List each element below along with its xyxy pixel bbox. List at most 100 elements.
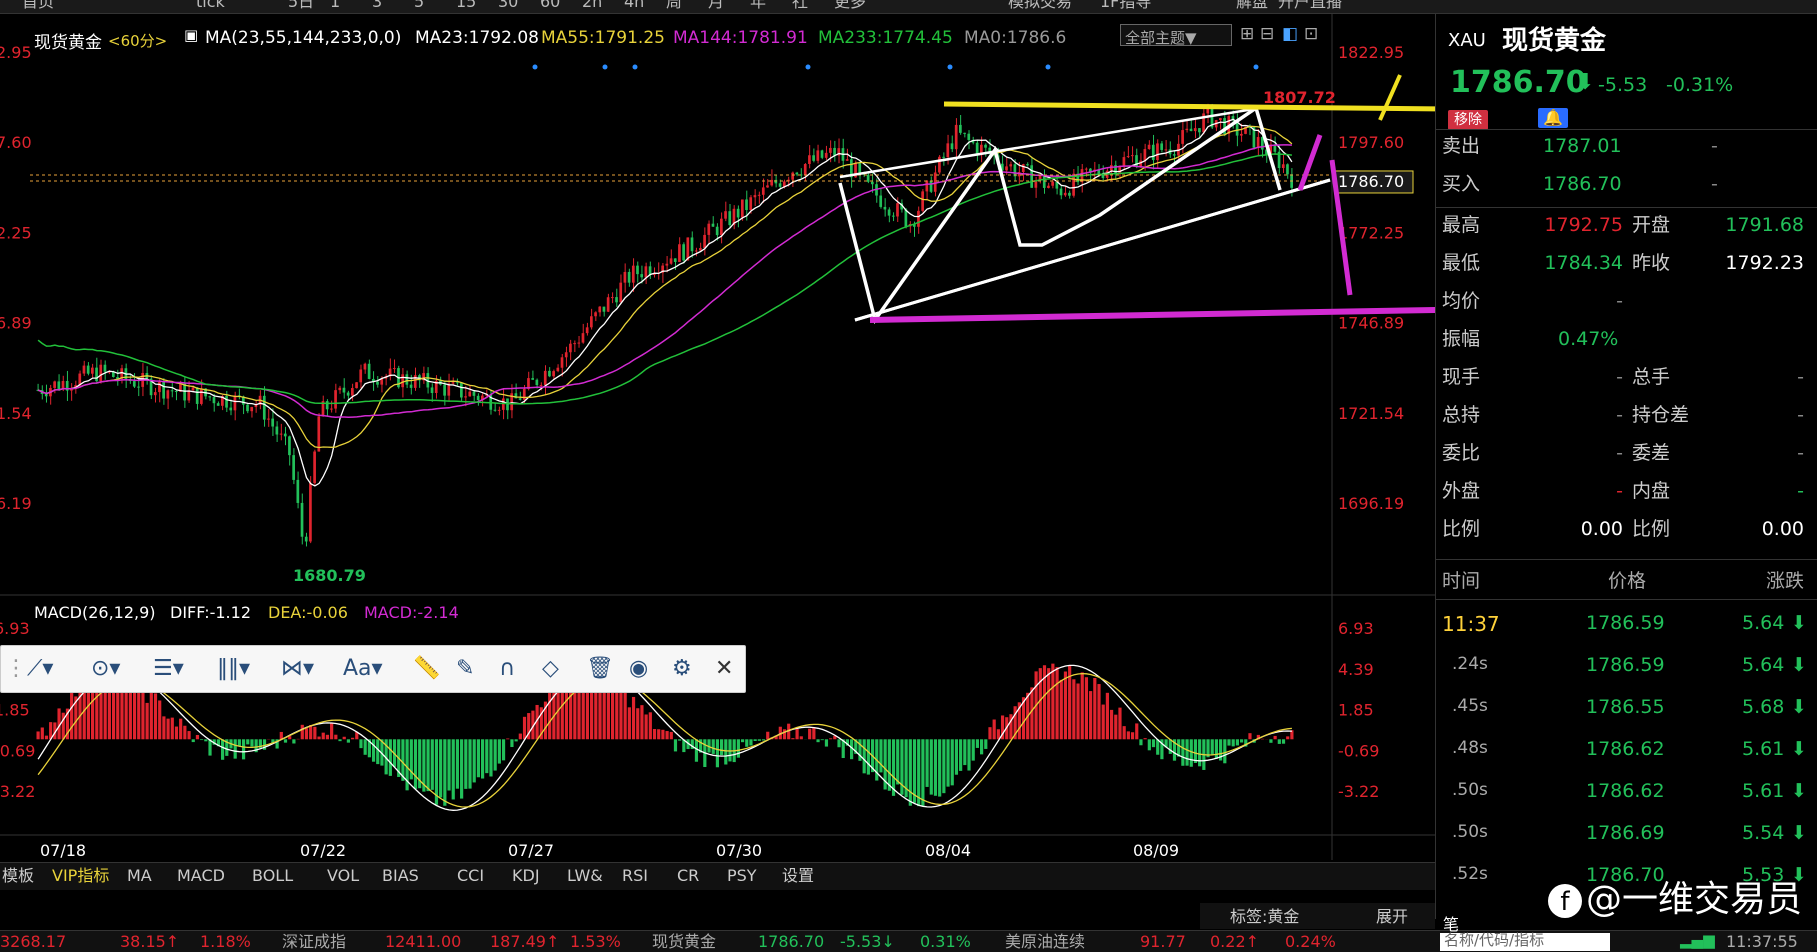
- tick-time: .50s: [1452, 822, 1488, 842]
- candle-body: [539, 385, 543, 387]
- signal-dot: [532, 64, 538, 70]
- tick-chg: 5.64: [1742, 654, 1785, 676]
- candle-body: [99, 364, 103, 382]
- chart-canvas[interactable]: 1822.951797.601786.701772.251746.891721.…: [0, 0, 1435, 930]
- candle-body: [1021, 164, 1025, 173]
- quote-row-value2: -: [1797, 366, 1804, 388]
- candle-body: [313, 451, 316, 484]
- text-tool-icon[interactable]: Aa▾: [343, 656, 383, 681]
- indicator-tab-8[interactable]: KDJ: [512, 868, 540, 884]
- ma23-value: MA23:1792.08: [415, 28, 539, 48]
- status-item: -5.53↓: [840, 932, 895, 951]
- panel-icon[interactable]: ◧: [1282, 26, 1298, 43]
- circle-tool-icon[interactable]: ⊙▾: [91, 656, 120, 681]
- candle-body: [870, 181, 874, 185]
- candle-body: [740, 199, 744, 218]
- date-label: 07/30: [716, 841, 762, 860]
- candle-body: [829, 147, 832, 153]
- trash-icon[interactable]: 🗑: [586, 656, 614, 681]
- indicator-tab-0[interactable]: 模板: [2, 868, 34, 884]
- indicator-tab-4[interactable]: BOLL: [252, 868, 293, 884]
- status-item: 深证成指: [282, 932, 347, 951]
- candle-body: [283, 433, 287, 437]
- candle-body: [774, 179, 778, 184]
- indicator-tab-13[interactable]: 设置: [782, 868, 814, 884]
- quote-row-value: 1786.70: [1543, 173, 1622, 195]
- line-tool-icon[interactable]: ⟋▾: [27, 656, 53, 681]
- candle-body: [606, 297, 610, 312]
- quote-pct: -0.31%: [1666, 74, 1734, 96]
- candle-body: [602, 306, 606, 312]
- tag-label[interactable]: 标签:黄金: [1230, 909, 1299, 925]
- gear-icon[interactable]: ⚙: [672, 656, 692, 681]
- close-icon[interactable]: ✕: [715, 656, 733, 681]
- candle-body: [950, 143, 954, 150]
- tick-time: 11:37: [1442, 612, 1500, 636]
- candle-body: [216, 403, 220, 406]
- pattern-tool-icon[interactable]: ⋈▾: [281, 656, 314, 681]
- channel-tool-icon[interactable]: ‖‖▾: [217, 656, 250, 681]
- eye-icon[interactable]: ◉: [629, 656, 648, 681]
- candle-body: [1181, 130, 1184, 144]
- macd-left-label: 6.93: [0, 619, 30, 638]
- magnet-icon[interactable]: ∩: [499, 656, 515, 681]
- expand-button[interactable]: 展开: [1376, 909, 1408, 925]
- indicator-tab-3[interactable]: MACD: [177, 868, 225, 884]
- indicator-tab-12[interactable]: PSY: [727, 868, 757, 884]
- candle-body: [757, 194, 761, 196]
- candle-body: [858, 163, 862, 173]
- quote-row-dash: -: [1711, 135, 1718, 157]
- macd-left-label: -3.22: [0, 782, 35, 801]
- candle-body: [376, 381, 379, 385]
- channel-upper-line: [839, 106, 1261, 179]
- pen-icon[interactable]: ✎: [456, 656, 474, 681]
- indicator-tab-6[interactable]: BIAS: [382, 868, 419, 884]
- indicator-tab-9[interactable]: LW&: [567, 868, 603, 884]
- candle-body: [392, 368, 396, 370]
- candle-body: [803, 163, 807, 175]
- candle-body: [749, 197, 753, 211]
- eraser-icon[interactable]: ◇: [542, 656, 559, 681]
- drag-handle-icon[interactable]: ⋮: [5, 656, 27, 681]
- fib-tool-icon[interactable]: ☰▾: [153, 656, 184, 681]
- candle-body: [1281, 164, 1285, 168]
- ma233-value: MA233:1774.45: [818, 28, 953, 48]
- indicator-tab-2[interactable]: MA: [127, 868, 152, 884]
- macd-dea: DEA:-0.06: [268, 603, 348, 622]
- candle-body: [460, 382, 463, 398]
- ma144-line: [37, 144, 1292, 419]
- tick-price: 1786.55: [1586, 696, 1665, 718]
- indicator-tab-11[interactable]: CR: [677, 868, 699, 884]
- candle-body: [334, 390, 337, 409]
- indicator-tab-7[interactable]: CCI: [457, 868, 484, 884]
- candle-body: [963, 132, 966, 134]
- candle-body: [984, 144, 987, 148]
- chart-type-icon[interactable]: ▣: [184, 26, 198, 44]
- period-selector[interactable]: <60分>: [108, 30, 167, 51]
- candle-body: [1256, 137, 1260, 148]
- search-input[interactable]: 名称/代码/指标: [1440, 933, 1610, 951]
- candle-body: [267, 418, 270, 420]
- macd-left-label: 1.85: [0, 701, 30, 720]
- ruler-icon[interactable]: 📏: [413, 656, 440, 681]
- layout-icon[interactable]: ⊟: [1260, 26, 1274, 43]
- remove-button[interactable]: 移除: [1448, 110, 1488, 130]
- candle-body: [1126, 156, 1130, 158]
- bell-icon[interactable]: 🔔: [1538, 108, 1568, 128]
- candle-body: [535, 379, 539, 386]
- indicator-tab-10[interactable]: RSI: [622, 868, 648, 884]
- candle-body: [975, 142, 979, 155]
- low-marker-label: 1680.79: [293, 566, 366, 585]
- candle-body: [355, 382, 358, 389]
- candle-body: [44, 394, 48, 397]
- indicator-tab-5[interactable]: VOL: [327, 868, 359, 884]
- indicator-tab-1[interactable]: VIP指标: [52, 868, 109, 884]
- candle-body: [808, 155, 811, 164]
- candle-body: [816, 150, 820, 161]
- theme-dropdown[interactable]: 全部主题▼: [1120, 24, 1232, 47]
- date-label: 08/09: [1133, 841, 1179, 860]
- candle-body: [1101, 174, 1105, 178]
- split-icon[interactable]: ⊡: [1304, 26, 1318, 43]
- grid-icon[interactable]: ⊞: [1240, 26, 1254, 43]
- tick-time: .52s: [1452, 864, 1488, 884]
